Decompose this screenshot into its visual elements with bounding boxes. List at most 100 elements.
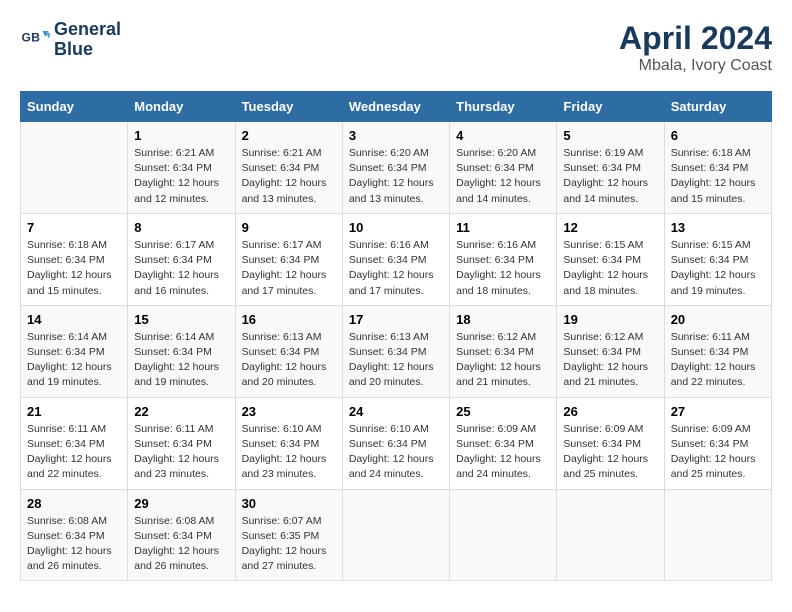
logo-line2: Blue [54,40,121,60]
calendar-cell: 5 Sunrise: 6:19 AMSunset: 6:34 PMDaylight… [557,122,664,214]
day-number: 12 [563,220,657,235]
calendar-cell [342,489,449,581]
day-number: 11 [456,220,550,235]
day-info: Sunrise: 6:12 AMSunset: 6:34 PMDaylight:… [456,330,550,391]
day-header-sunday: Sunday [21,92,128,122]
day-info: Sunrise: 6:11 AMSunset: 6:34 PMDaylight:… [134,422,228,483]
day-number: 2 [242,128,336,143]
day-header-thursday: Thursday [450,92,557,122]
day-number: 7 [27,220,121,235]
svg-text:B: B [31,30,40,44]
day-info: Sunrise: 6:11 AMSunset: 6:34 PMDaylight:… [671,330,765,391]
day-number: 15 [134,312,228,327]
day-header-saturday: Saturday [664,92,771,122]
location-title: Mbala, Ivory Coast [619,57,772,75]
day-info: Sunrise: 6:08 AMSunset: 6:34 PMDaylight:… [27,514,121,575]
day-number: 22 [134,404,228,419]
day-number: 27 [671,404,765,419]
calendar-cell: 30Sunrise: 6:07 AMSunset: 6:35 PMDayligh… [235,489,342,581]
day-info: Sunrise: 6:13 AMSunset: 6:34 PMDaylight:… [242,330,336,391]
title-area: April 2024 Mbala, Ivory Coast [619,20,772,75]
day-info: Sunrise: 6:21 AMSunset: 6:34 PMDaylight:… [134,146,228,207]
calendar-cell: 23Sunrise: 6:10 AMSunset: 6:34 PMDayligh… [235,397,342,489]
day-info: Sunrise: 6:19 AMSunset: 6:34 PMDaylight:… [563,146,657,207]
calendar-cell: 8Sunrise: 6:17 AMSunset: 6:34 PMDaylight… [128,213,235,305]
logo-line1: General [54,20,121,40]
day-number: 29 [134,496,228,511]
calendar-cell: 26Sunrise: 6:09 AMSunset: 6:34 PMDayligh… [557,397,664,489]
calendar-table: SundayMondayTuesdayWednesdayThursdayFrid… [20,91,772,581]
page-header: G B General Blue April 2024 Mbala, Ivory… [20,20,772,75]
day-number: 3 [349,128,443,143]
calendar-cell: 12 Sunrise: 6:15 AMSunset: 6:34 PMDayligh… [557,213,664,305]
day-header-friday: Friday [557,92,664,122]
day-info: Sunrise: 6:18 AMSunset: 6:34 PMDaylight:… [671,146,765,207]
day-number: 21 [27,404,121,419]
day-info: Sunrise: 6:21 AMSunset: 6:34 PMDaylight:… [242,146,336,207]
day-header-wednesday: Wednesday [342,92,449,122]
calendar-cell: 27 Sunrise: 6:09 AMSunset: 6:34 PMDayligh… [664,397,771,489]
calendar-cell [557,489,664,581]
day-info: Sunrise: 6:08 AMSunset: 6:34 PMDaylight:… [134,514,228,575]
calendar-cell: 6 Sunrise: 6:18 AMSunset: 6:34 PMDaylight… [664,122,771,214]
month-title: April 2024 [619,20,772,57]
day-info: Sunrise: 6:14 AMSunset: 6:34 PMDaylight:… [134,330,228,391]
week-row: 28 Sunrise: 6:08 AMSunset: 6:34 PMDayligh… [21,489,772,581]
day-info: Sunrise: 6:09 AMSunset: 6:34 PMDaylight:… [456,422,550,483]
calendar-cell: 16 Sunrise: 6:13 AMSunset: 6:34 PMDayligh… [235,305,342,397]
day-info: Sunrise: 6:14 AMSunset: 6:34 PMDaylight:… [27,330,121,391]
calendar-cell: 3 Sunrise: 6:20 AMSunset: 6:34 PMDaylight… [342,122,449,214]
day-info: Sunrise: 6:16 AMSunset: 6:34 PMDaylight:… [349,238,443,299]
day-info: Sunrise: 6:10 AMSunset: 6:34 PMDaylight:… [242,422,336,483]
day-info: Sunrise: 6:20 AMSunset: 6:34 PMDaylight:… [456,146,550,207]
week-row: 14Sunrise: 6:14 AMSunset: 6:34 PMDayligh… [21,305,772,397]
day-number: 16 [242,312,336,327]
day-info: Sunrise: 6:15 AMSunset: 6:34 PMDaylight:… [563,238,657,299]
day-header-tuesday: Tuesday [235,92,342,122]
calendar-cell: 19 Sunrise: 6:12 AMSunset: 6:34 PMDayligh… [557,305,664,397]
day-info: Sunrise: 6:12 AMSunset: 6:34 PMDaylight:… [563,330,657,391]
week-row: 21 Sunrise: 6:11 AMSunset: 6:34 PMDayligh… [21,397,772,489]
calendar-cell: 2 Sunrise: 6:21 AMSunset: 6:34 PMDaylight… [235,122,342,214]
day-number: 30 [242,496,336,511]
day-number: 13 [671,220,765,235]
day-info: Sunrise: 6:11 AMSunset: 6:34 PMDaylight:… [27,422,121,483]
calendar-cell: 24 Sunrise: 6:10 AMSunset: 6:34 PMDayligh… [342,397,449,489]
day-number: 25 [456,404,550,419]
day-number: 4 [456,128,550,143]
day-info: Sunrise: 6:20 AMSunset: 6:34 PMDaylight:… [349,146,443,207]
week-row: 1 Sunrise: 6:21 AMSunset: 6:34 PMDaylight… [21,122,772,214]
day-info: Sunrise: 6:13 AMSunset: 6:34 PMDaylight:… [349,330,443,391]
day-info: Sunrise: 6:18 AMSunset: 6:34 PMDaylight:… [27,238,121,299]
day-number: 10 [349,220,443,235]
calendar-cell: 7 Sunrise: 6:18 AMSunset: 6:34 PMDaylight… [21,213,128,305]
calendar-cell: 4 Sunrise: 6:20 AMSunset: 6:34 PMDaylight… [450,122,557,214]
day-info: Sunrise: 6:10 AMSunset: 6:34 PMDaylight:… [349,422,443,483]
day-info: Sunrise: 6:09 AMSunset: 6:34 PMDaylight:… [671,422,765,483]
calendar-cell: 21 Sunrise: 6:11 AMSunset: 6:34 PMDayligh… [21,397,128,489]
calendar-cell: 18 Sunrise: 6:12 AMSunset: 6:34 PMDayligh… [450,305,557,397]
calendar-cell: 20 Sunrise: 6:11 AMSunset: 6:34 PMDayligh… [664,305,771,397]
day-number: 5 [563,128,657,143]
day-number: 20 [671,312,765,327]
day-info: Sunrise: 6:15 AMSunset: 6:34 PMDaylight:… [671,238,765,299]
calendar-cell: 14Sunrise: 6:14 AMSunset: 6:34 PMDayligh… [21,305,128,397]
calendar-body: 1 Sunrise: 6:21 AMSunset: 6:34 PMDaylight… [21,122,772,581]
day-info: Sunrise: 6:17 AMSunset: 6:34 PMDaylight:… [134,238,228,299]
day-number: 19 [563,312,657,327]
calendar-cell: 29 Sunrise: 6:08 AMSunset: 6:34 PMDayligh… [128,489,235,581]
day-number: 6 [671,128,765,143]
day-number: 18 [456,312,550,327]
day-number: 28 [27,496,121,511]
calendar-cell [664,489,771,581]
svg-text:G: G [22,30,31,44]
logo-icon: G B [20,25,50,55]
day-number: 1 [134,128,228,143]
calendar-cell: 10 Sunrise: 6:16 AMSunset: 6:34 PMDayligh… [342,213,449,305]
day-info: Sunrise: 6:17 AMSunset: 6:34 PMDaylight:… [242,238,336,299]
calendar-cell: 13 Sunrise: 6:15 AMSunset: 6:34 PMDayligh… [664,213,771,305]
calendar-cell: 17Sunrise: 6:13 AMSunset: 6:34 PMDayligh… [342,305,449,397]
calendar-cell: 1 Sunrise: 6:21 AMSunset: 6:34 PMDaylight… [128,122,235,214]
header-row: SundayMondayTuesdayWednesdayThursdayFrid… [21,92,772,122]
day-number: 24 [349,404,443,419]
